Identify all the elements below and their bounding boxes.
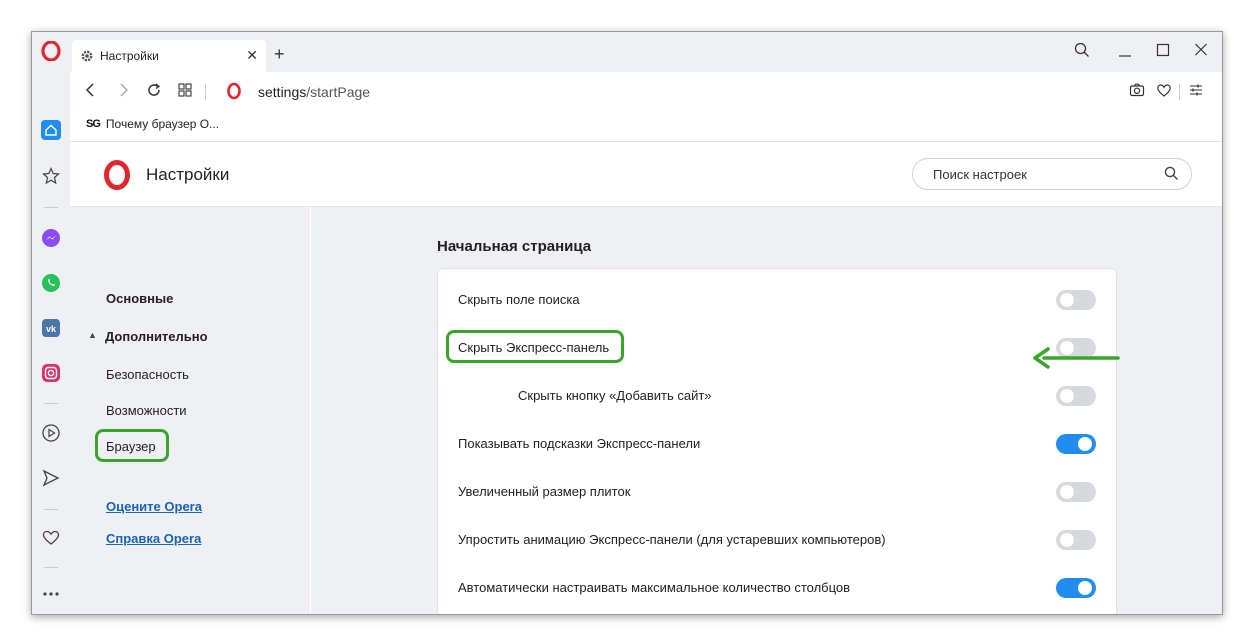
setting-label: Автоматически настраивать максимальное к… [458, 580, 851, 595]
camera-icon[interactable] [1129, 82, 1145, 103]
sidebar-divider [44, 403, 58, 404]
opera-logo-icon [102, 160, 132, 195]
search-input[interactable] [931, 166, 1155, 183]
setting-label: Скрыть поле поиска [458, 292, 580, 307]
tab-settings[interactable]: Настройки ✕ [72, 40, 266, 72]
address-divider [1179, 84, 1180, 100]
player-icon[interactable] [39, 421, 63, 445]
opera-site-icon [226, 82, 242, 105]
url-host: settings [258, 84, 307, 100]
back-icon[interactable] [84, 82, 98, 103]
settings-header: Настройки [70, 142, 1222, 207]
more-icon[interactable] [39, 582, 63, 606]
toggle-knob [1060, 533, 1074, 547]
messenger-icon[interactable] [39, 226, 63, 250]
triangle-up-icon[interactable]: ▲ [88, 330, 97, 340]
bookmark-label: Почему браузер О... [105, 117, 220, 131]
gear-icon [80, 49, 94, 63]
setting-toggle[interactable] [1056, 578, 1096, 598]
close-tab-icon[interactable]: ✕ [246, 47, 258, 64]
setting-toggle[interactable] [1056, 386, 1096, 406]
setting-label: Скрыть кнопку «Добавить сайт» [518, 388, 712, 403]
settings-nav: Основные ▲ Дополнительно Безопасность Во… [70, 207, 310, 614]
search-icon[interactable] [1164, 166, 1179, 186]
address-bar: settings/startPage [70, 72, 1222, 110]
sidebar-divider [44, 509, 58, 510]
home-icon[interactable] [39, 118, 63, 142]
reload-icon[interactable] [146, 82, 162, 103]
section-title: Начальная страница [437, 238, 592, 255]
search-tabs-icon[interactable] [1074, 42, 1090, 61]
instagram-icon[interactable] [39, 361, 63, 385]
settings-main: Начальная страница Скрыть поле поиска Ск… [311, 207, 1222, 614]
flow-send-icon[interactable] [39, 466, 63, 490]
star-icon[interactable] [39, 164, 63, 188]
setting-label: Упростить анимацию Экспресс-панели (для … [458, 532, 886, 547]
opera-menu-icon[interactable] [39, 39, 63, 63]
minimize-icon[interactable] [1118, 42, 1132, 61]
url-path: /startPage [306, 84, 371, 100]
rate-opera-link[interactable]: Оцените Opera [106, 499, 202, 514]
new-tab-icon[interactable]: + [274, 44, 285, 65]
sidebar-divider [44, 207, 58, 208]
easy-setup-icon[interactable] [1188, 82, 1204, 103]
page-title: Настройки [146, 165, 230, 184]
forward-icon[interactable] [116, 82, 130, 103]
toggle-knob [1060, 485, 1074, 499]
toggle-knob [1060, 293, 1074, 307]
toggle-knob [1060, 389, 1074, 403]
setting-toggle[interactable] [1056, 530, 1096, 550]
highlight-browser [95, 429, 169, 462]
setting-toggle[interactable] [1056, 434, 1096, 454]
heart-icon[interactable] [39, 526, 63, 550]
setting-toggle[interactable] [1056, 482, 1096, 502]
opera-sidebar: vk [32, 32, 71, 614]
maximize-icon[interactable] [1156, 42, 1170, 61]
bookmark-heart-icon[interactable] [1156, 82, 1172, 103]
settings-search[interactable] [912, 158, 1192, 190]
address-divider [205, 84, 206, 100]
arrow-left-icon [1033, 347, 1120, 369]
sidebar-divider [44, 567, 58, 568]
toggle-knob [1078, 437, 1092, 451]
vk-icon[interactable]: vk [39, 316, 63, 340]
nav-advanced[interactable]: Дополнительно [105, 329, 208, 344]
tabs-grid-icon[interactable] [177, 82, 193, 103]
opera-help-link[interactable]: Справка Opera [106, 531, 201, 546]
tab-title: Настройки [100, 49, 159, 63]
setting-toggle[interactable] [1056, 290, 1096, 310]
svg-text:vk: vk [46, 324, 57, 334]
browser-window: vk Настройки ✕ + settings/startPage SG П… [31, 31, 1223, 615]
setting-label: Увеличенный размер плиток [458, 484, 631, 499]
highlight-express-panel [446, 330, 624, 363]
bookmark-item[interactable]: SG Почему браузер О... [86, 117, 219, 131]
sg-logo-icon: SG [86, 118, 101, 130]
whatsapp-icon[interactable] [39, 271, 63, 295]
close-window-icon[interactable] [1194, 42, 1208, 61]
bookmarks-bar: SG Почему браузер О... [70, 110, 1222, 142]
toggle-knob [1078, 581, 1092, 595]
nav-security[interactable]: Безопасность [106, 367, 189, 382]
tab-bar: Настройки ✕ + [70, 32, 1222, 72]
url-field[interactable]: settings/startPage [258, 84, 370, 100]
start-page-card: Скрыть поле поиска Скрыть Экспресс-панел… [437, 268, 1117, 614]
nav-basic[interactable]: Основные [106, 291, 173, 306]
nav-features[interactable]: Возможности [106, 403, 187, 418]
setting-label: Показывать подсказки Экспресс-панели [458, 436, 701, 451]
